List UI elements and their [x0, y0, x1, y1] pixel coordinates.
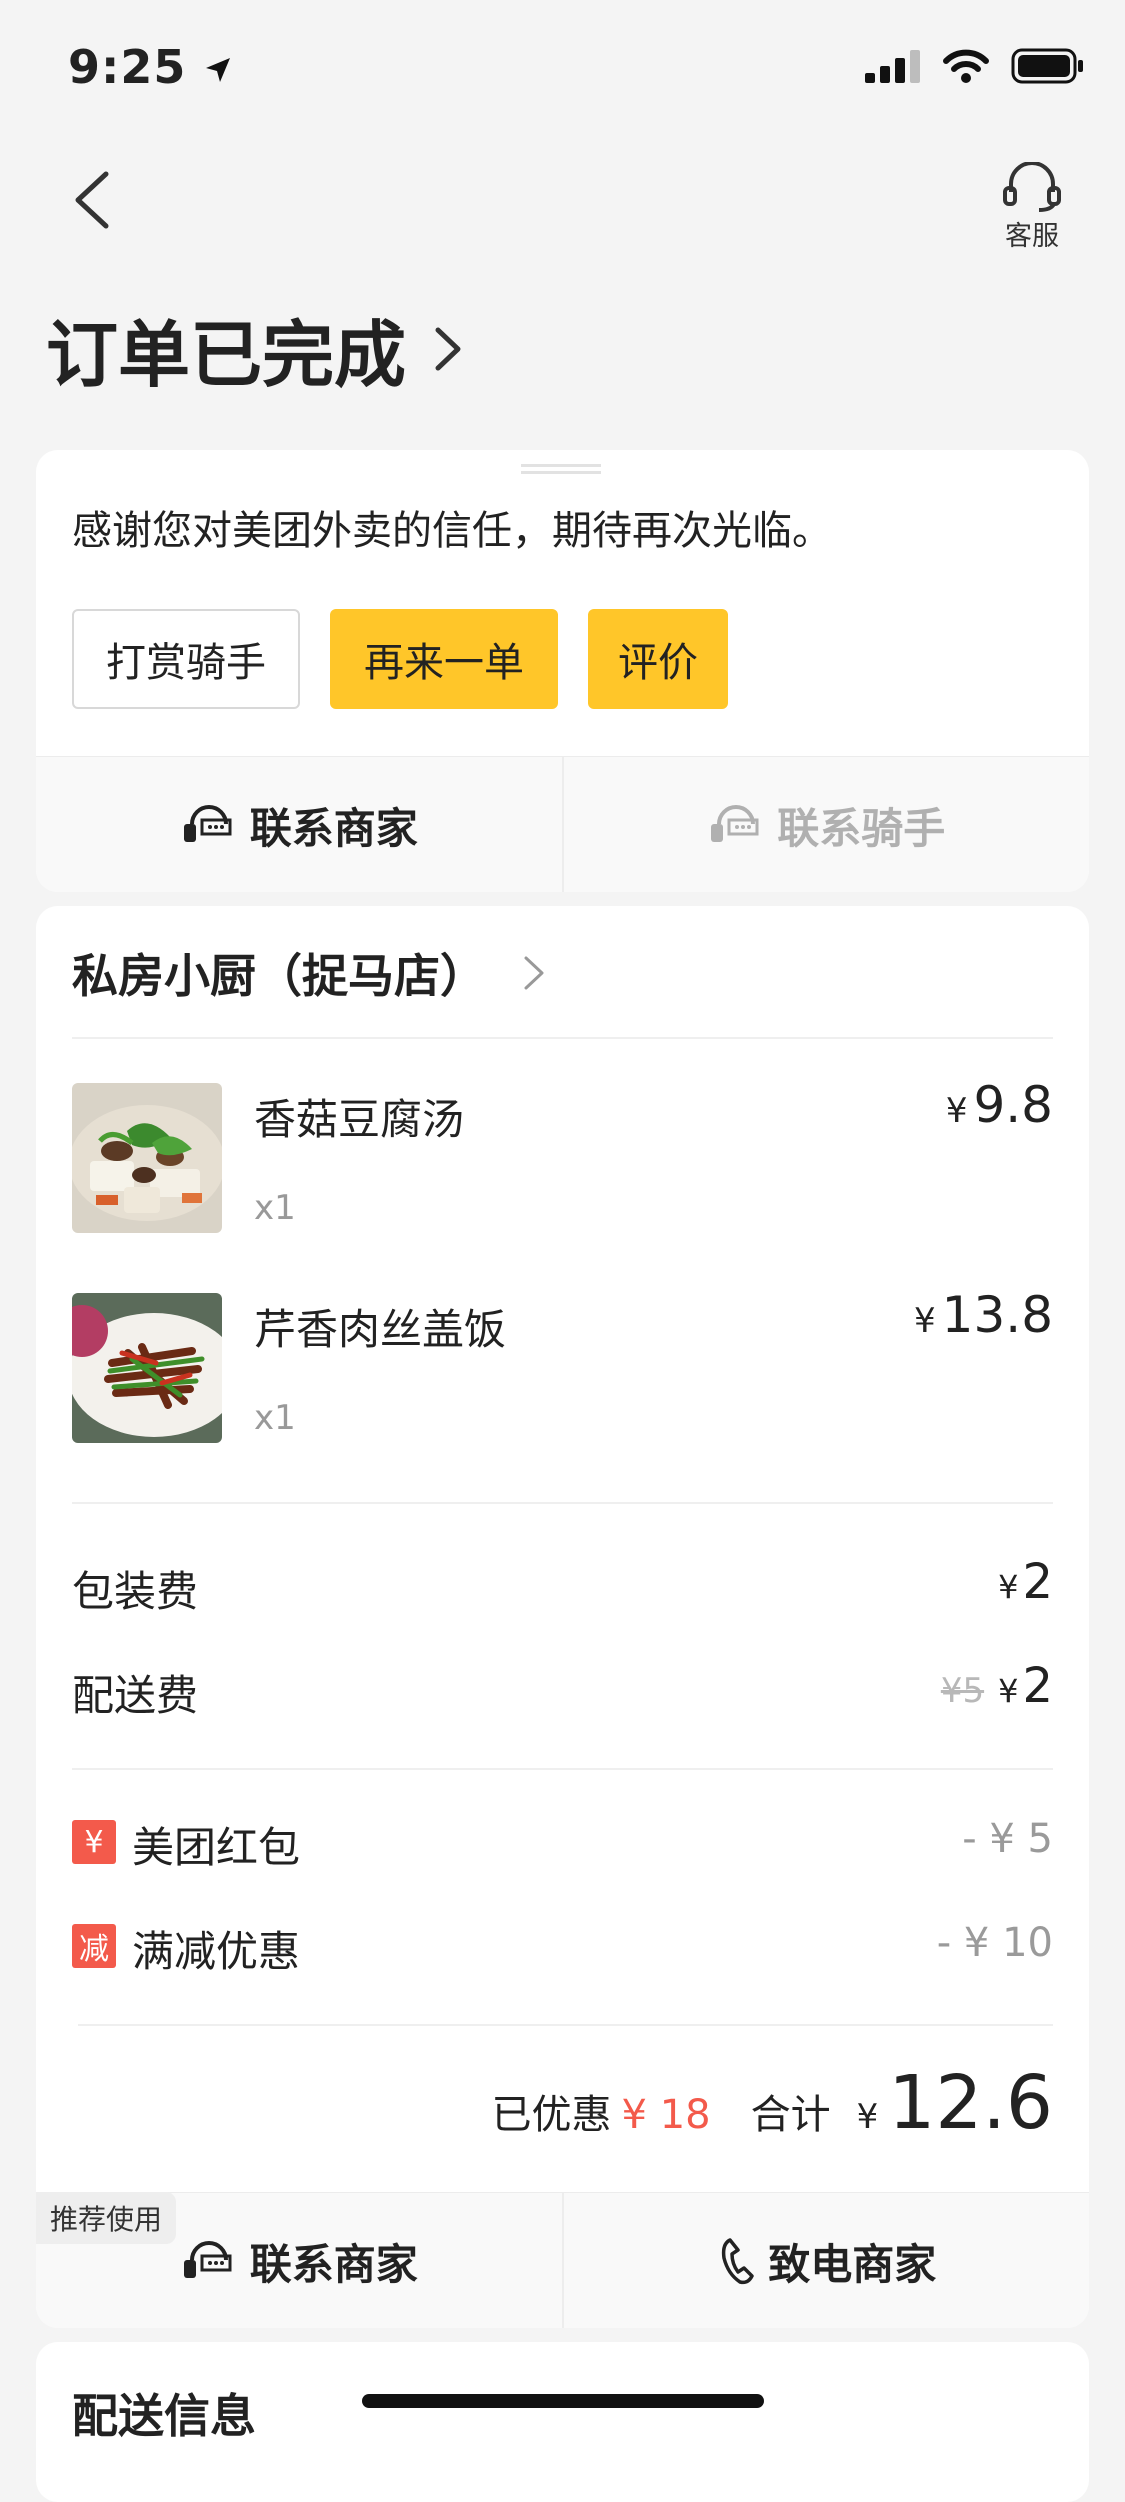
- fee-amount: 2: [1022, 1658, 1053, 1714]
- saved-label: 已优惠: [491, 2092, 612, 2138]
- total-currency: ¥: [856, 2097, 879, 2137]
- chat-headset-icon: [183, 2241, 232, 2278]
- review-button[interactable]: 评价: [588, 609, 728, 709]
- discount-label: 美团红包: [132, 1823, 301, 1872]
- packaging-fee-value: ¥2: [998, 1554, 1053, 1610]
- price-value: 13.8: [941, 1286, 1053, 1344]
- service-label: 客服: [1005, 221, 1059, 252]
- headset-icon: [1003, 162, 1061, 212]
- order-detail-card: 私房小厨（捉马店） 香菇豆腐汤 x1 ¥9.8 芹香肉丝盖饭 x1 ¥ 13.8…: [36, 906, 1089, 2328]
- item-image[interactable]: [72, 1083, 222, 1233]
- chevron-right-icon: [524, 956, 544, 990]
- discount-label: 满减优惠: [132, 1927, 301, 1976]
- divider: [78, 2024, 1053, 2026]
- total-amount: 12.6: [888, 2060, 1053, 2146]
- time-text: 9:25: [68, 40, 187, 94]
- battery-icon: [1011, 48, 1083, 84]
- merchant-contact-row: 联系商家 致电商家: [36, 2192, 1089, 2328]
- order-status-text: 订单已完成: [46, 313, 407, 397]
- saved-value: ¥ 18: [621, 2092, 711, 2138]
- price-value: 9.8: [973, 1076, 1053, 1134]
- home-indicator[interactable]: [362, 2394, 764, 2408]
- order-status-title[interactable]: 订单已完成: [46, 296, 464, 401]
- status-time: 9:25: [68, 40, 233, 94]
- divider: [72, 1768, 1053, 1770]
- contact-merchant-label: 联系商家: [249, 2239, 418, 2289]
- divider: [72, 1037, 1053, 1039]
- item-name: 香菇豆腐汤: [254, 1095, 465, 1144]
- drag-handle[interactable]: [521, 464, 601, 474]
- currency-symbol: ¥: [998, 1568, 1019, 1606]
- order-complete-card: 感谢您对美团外卖的信任，期待再次光临。 打赏骑手 再来一单 评价 联系商家 联系…: [36, 450, 1089, 892]
- back-chevron-icon[interactable]: [70, 170, 114, 230]
- order-summary: 已优惠 ¥ 18 合计 ¥ 12.6: [492, 2060, 1053, 2146]
- original-delivery-fee: ¥5: [940, 1671, 985, 1711]
- contact-rider-label: 联系骑手: [777, 803, 946, 853]
- chat-headset-icon: [711, 805, 759, 842]
- call-merchant-label: 致电商家: [768, 2239, 937, 2289]
- item-price: ¥13.8: [914, 1286, 1053, 1344]
- red-packet-badge-icon: ¥: [72, 1820, 116, 1864]
- location-arrow-icon: [206, 58, 231, 82]
- tip-rider-button[interactable]: 打赏骑手: [72, 609, 300, 709]
- delivery-fee-value: ¥5 ¥2: [941, 1658, 1053, 1714]
- thanks-message: 感谢您对美团外卖的信任，期待再次光临。: [72, 508, 832, 554]
- signal-icon: [865, 50, 920, 83]
- pork-rice-image: [72, 1293, 222, 1443]
- item-image[interactable]: [72, 1293, 222, 1443]
- item-price: ¥9.8: [946, 1076, 1053, 1134]
- shop-name: 私房小厨（捉马店）: [72, 949, 486, 1003]
- divider: [72, 1502, 1053, 1504]
- packaging-fee-label: 包装费: [72, 1567, 199, 1616]
- discount-value: - ¥ 10: [936, 1920, 1053, 1966]
- recommend-tag: 推荐使用: [36, 2192, 177, 2244]
- shop-link[interactable]: 私房小厨（捉马店）: [72, 940, 546, 1006]
- reduction-badge-icon: 减: [72, 1924, 116, 1968]
- customer-service-button[interactable]: 客服: [1001, 162, 1063, 253]
- contact-row: 联系商家 联系骑手: [36, 756, 1089, 892]
- total-label: 合计: [750, 2092, 831, 2138]
- chevron-right-icon: [435, 327, 461, 370]
- delivery-fee-label: 配送费: [72, 1671, 199, 1720]
- contact-rider-button[interactable]: 联系骑手: [561, 757, 1090, 892]
- contact-merchant-button[interactable]: 联系商家: [36, 757, 562, 892]
- chat-headset-icon: [183, 805, 232, 842]
- delivery-info-card: 配送信息: [36, 2342, 1089, 2502]
- reorder-button[interactable]: 再来一单: [330, 609, 558, 709]
- contact-merchant-label: 联系商家: [249, 803, 418, 853]
- delivery-info-title: 配送信息: [72, 2389, 256, 2443]
- currency-symbol: ¥: [914, 1301, 936, 1341]
- fee-amount: 2: [1022, 1554, 1053, 1610]
- item-quantity: x1: [254, 1188, 296, 1228]
- item-name: 芹香肉丝盖饭: [254, 1305, 507, 1354]
- phone-icon: [722, 2238, 754, 2285]
- tofu-soup-image: [72, 1083, 222, 1233]
- currency-symbol: ¥: [998, 1672, 1019, 1710]
- discount-value: - ¥ 5: [962, 1816, 1053, 1862]
- currency-symbol: ¥: [945, 1091, 968, 1131]
- item-quantity: x1: [254, 1398, 296, 1438]
- status-icons: [865, 48, 1085, 84]
- call-merchant-button[interactable]: 致电商家: [561, 2193, 1090, 2328]
- wifi-icon: [943, 49, 989, 83]
